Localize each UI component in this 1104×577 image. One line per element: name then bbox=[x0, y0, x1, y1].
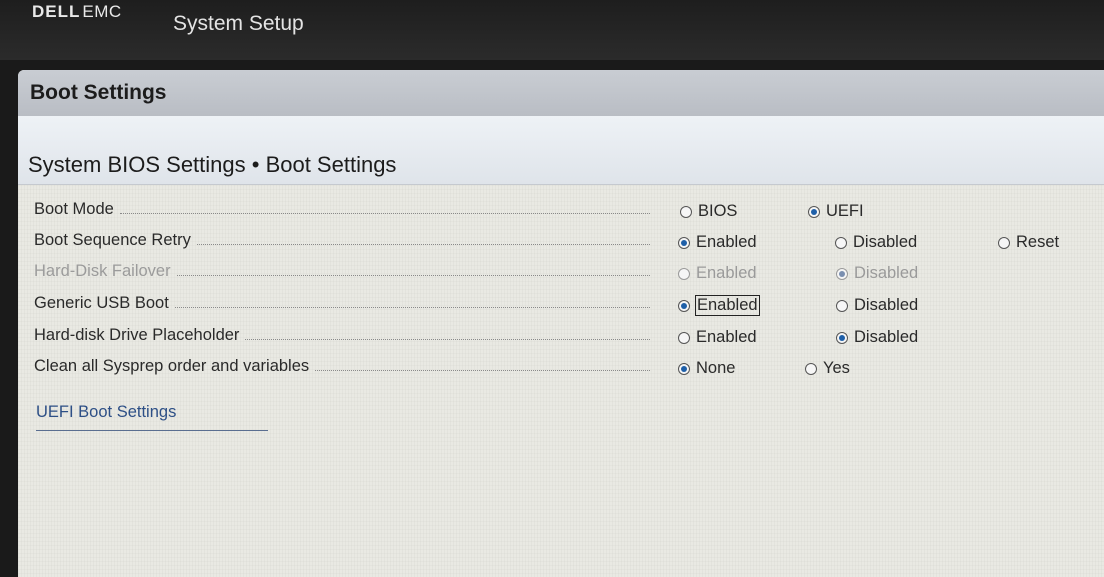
setting-label: Hard-disk Drive Placeholder bbox=[34, 326, 654, 345]
radio-selected-icon bbox=[678, 236, 690, 249]
breadcrumb-header: System BIOS Settings • Boot Settings bbox=[18, 116, 1104, 185]
radio-boot-sequence-retry-disabled[interactable]: Disabled bbox=[835, 233, 917, 252]
radio-selected-icon bbox=[836, 267, 848, 280]
panel-header: Boot Settings bbox=[18, 70, 1104, 117]
radio-hard-disk-failover-disabled: Disabled bbox=[836, 264, 918, 283]
app-title: System Setup bbox=[173, 12, 304, 35]
dell-emc-logo: DELL EMC bbox=[32, 2, 122, 22]
setting-label: Generic USB Boot bbox=[34, 294, 654, 313]
radio-hard-disk-failover-enabled: Enabled bbox=[678, 264, 757, 283]
system-setup-screen: DELL EMC System Setup Boot Settings Syste… bbox=[0, 0, 1104, 577]
setting-label: Boot Sequence Retry bbox=[34, 231, 654, 250]
radio-selected-icon bbox=[808, 205, 820, 218]
boot-settings-panel: Boot Settings System BIOS Settings • Boo… bbox=[18, 70, 1104, 577]
setting-label: Clean all Sysprep order and variables bbox=[34, 357, 654, 376]
radio-boot-mode-bios[interactable]: BIOS bbox=[680, 202, 737, 221]
setting-row-clean-sysprep: Clean all Sysprep order and variables No… bbox=[18, 353, 1104, 383]
radio-unselected-icon bbox=[680, 205, 692, 218]
setting-row-hard-disk-failover: Hard-Disk Failover Enabled Disabled bbox=[18, 258, 1104, 288]
radio-generic-usb-boot-disabled[interactable]: Disabled bbox=[836, 296, 918, 315]
radio-selected-icon bbox=[678, 362, 690, 375]
radio-unselected-icon bbox=[836, 299, 848, 312]
radio-selected-icon bbox=[836, 331, 848, 344]
radio-unselected-icon bbox=[678, 267, 690, 280]
radio-hdd-placeholder-disabled[interactable]: Disabled bbox=[836, 328, 918, 347]
radio-unselected-icon bbox=[998, 236, 1010, 249]
brand-emc: EMC bbox=[82, 2, 122, 21]
breadcrumb: System BIOS Settings • Boot Settings bbox=[28, 152, 397, 177]
setting-row-boot-mode: Boot Mode BIOS UEFI bbox=[18, 196, 1104, 226]
link-underline bbox=[36, 430, 268, 431]
radio-hdd-placeholder-enabled[interactable]: Enabled bbox=[678, 328, 757, 347]
setting-row-boot-sequence-retry: Boot Sequence Retry Enabled Disabled Res… bbox=[18, 227, 1104, 257]
setting-label: Boot Mode bbox=[34, 200, 654, 219]
radio-unselected-icon bbox=[678, 331, 690, 344]
setting-row-hdd-placeholder: Hard-disk Drive Placeholder Enabled Disa… bbox=[18, 322, 1104, 352]
radio-clean-sysprep-yes[interactable]: Yes bbox=[805, 359, 850, 378]
radio-boot-sequence-retry-enabled[interactable]: Enabled bbox=[678, 233, 757, 252]
setting-row-generic-usb-boot: Generic USB Boot Enabled Disabled bbox=[18, 290, 1104, 320]
radio-boot-mode-uefi[interactable]: UEFI bbox=[808, 202, 864, 221]
setting-label: Hard-Disk Failover bbox=[34, 262, 654, 281]
focused-option: Enabled bbox=[695, 295, 760, 316]
radio-clean-sysprep-none[interactable]: None bbox=[678, 359, 735, 378]
brand-dell: DELL bbox=[32, 2, 81, 21]
radio-boot-sequence-retry-reset[interactable]: Reset bbox=[998, 233, 1059, 252]
radio-selected-icon bbox=[678, 299, 690, 312]
radio-unselected-icon bbox=[805, 362, 817, 375]
radio-unselected-icon bbox=[835, 236, 847, 249]
uefi-boot-settings-link[interactable]: UEFI Boot Settings bbox=[36, 403, 176, 422]
page-title: Boot Settings bbox=[30, 81, 167, 104]
top-bar: DELL EMC System Setup bbox=[0, 0, 1104, 60]
radio-generic-usb-boot-enabled[interactable]: Enabled bbox=[678, 295, 760, 316]
